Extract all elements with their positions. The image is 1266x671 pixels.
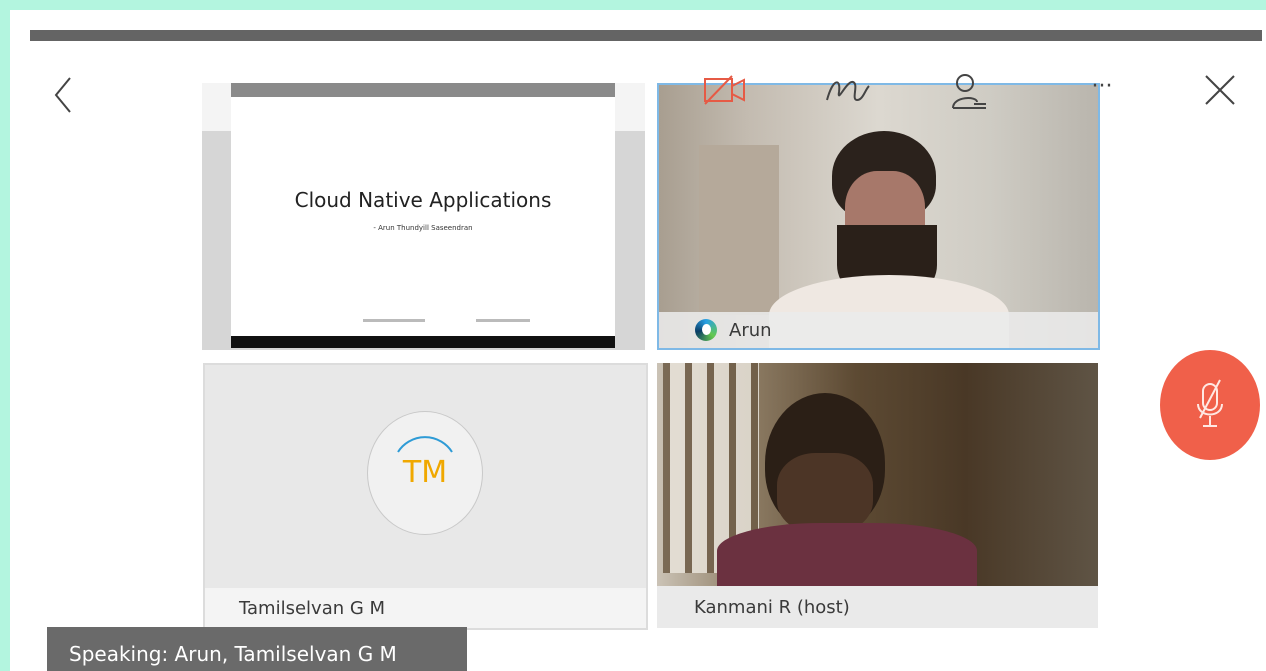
video-tile-arun[interactable]: Arun: [657, 83, 1100, 350]
status-ring-icon: [695, 319, 717, 341]
speaking-indicator: Speaking: Arun, Tamilselvan G M: [47, 627, 467, 671]
slide-subtitle: - Arun Thundyill Saseendran: [373, 224, 473, 232]
slide-title: Cloud Native Applications: [294, 188, 552, 212]
name-bar-tamilselvan: Tamilselvan G M: [205, 588, 646, 628]
screen-share-tile[interactable]: Cloud Native Applications - Arun Thundyi…: [202, 83, 645, 350]
video-off-icon: [704, 75, 745, 105]
more-button[interactable]: ···: [1082, 74, 1122, 104]
video-tile-kanmani[interactable]: Kanmani R (host): [657, 363, 1098, 628]
title-strip: [30, 30, 1262, 41]
slide-footer-right: [476, 319, 530, 322]
name-bar-arun: Arun: [659, 312, 1098, 348]
door-frame: [699, 145, 779, 315]
name-bar-kanmani: Kanmani R (host): [657, 586, 1098, 628]
participants-button[interactable]: [950, 72, 990, 112]
participants-icon: [952, 74, 986, 109]
participant-name: Arun: [729, 319, 772, 341]
back-button[interactable]: [50, 70, 80, 120]
meeting-window: Cloud Native Applications - Arun Thundyi…: [10, 10, 1266, 671]
close-button[interactable]: [1200, 70, 1240, 110]
unmute-button[interactable]: [1160, 350, 1260, 460]
mic-muted-icon: [1197, 379, 1223, 427]
video-tile-tamilselvan[interactable]: TM Tamilselvan G M: [203, 363, 648, 630]
person-body: [717, 523, 977, 593]
chevron-left-icon: [54, 77, 71, 113]
annotate-button[interactable]: [823, 70, 873, 110]
slide-canvas: Cloud Native Applications - Arun Thundyi…: [231, 83, 615, 348]
participant-name: Kanmani R (host): [694, 596, 850, 618]
avatar-initials: TM: [402, 455, 448, 490]
pen-scribble-icon: [826, 81, 870, 102]
participant-name: Tamilselvan G M: [239, 597, 386, 619]
slide-footer-left: [363, 319, 425, 322]
slide-bottom-bar: [231, 336, 615, 348]
stop-video-button[interactable]: [703, 72, 749, 108]
slide-top-bar: [231, 83, 615, 97]
close-icon: [1205, 75, 1235, 105]
person-face: [777, 453, 873, 533]
avatar: TM: [367, 411, 483, 535]
